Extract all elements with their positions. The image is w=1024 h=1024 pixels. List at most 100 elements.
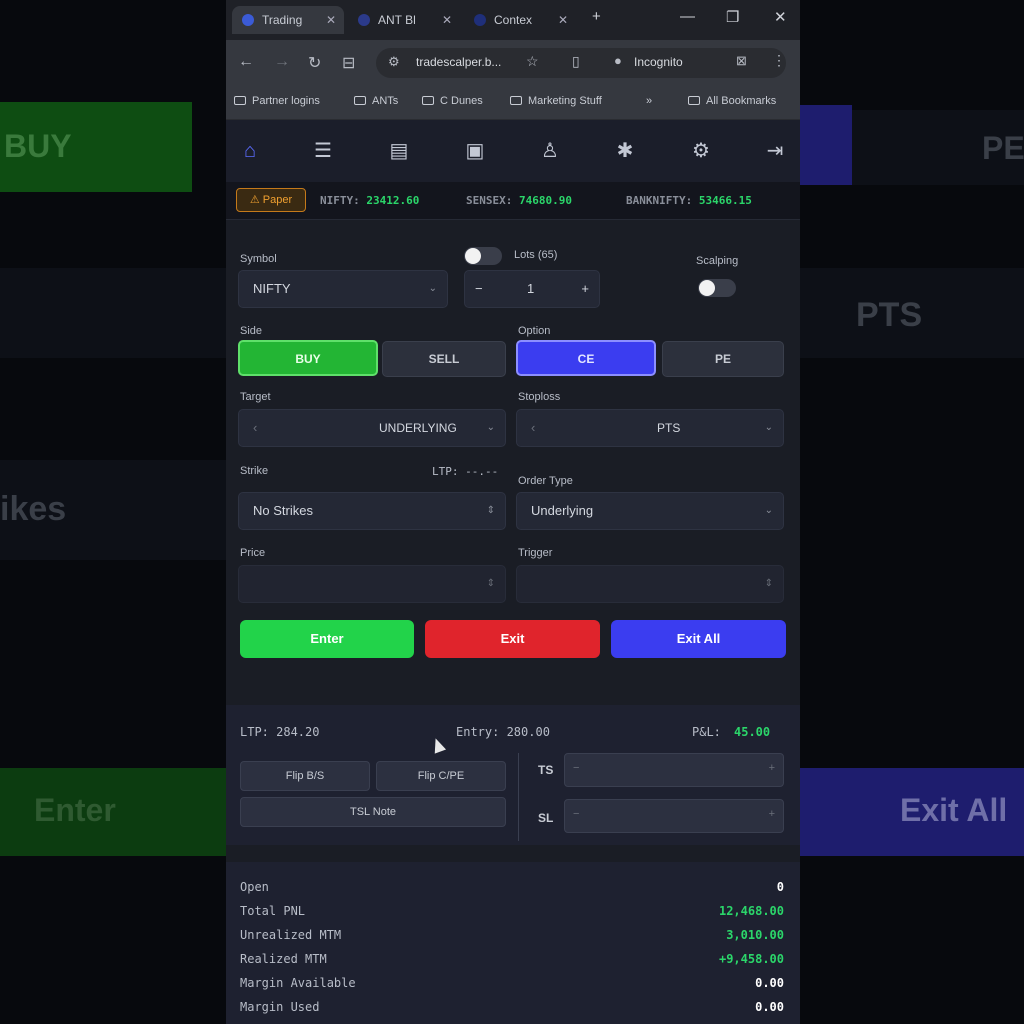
- browser-tab-ant[interactable]: ANT Bl ✕: [348, 6, 460, 34]
- target-spin-icon: ‹: [253, 420, 258, 435]
- order-type-label: Order Type: [518, 475, 573, 487]
- target-input[interactable]: ‹ UNDERLYING ⌄: [238, 409, 506, 447]
- browser-tab-contex[interactable]: Contex ✕: [464, 6, 576, 34]
- option-pe-button[interactable]: PE: [662, 341, 784, 377]
- url-bar[interactable]: ⚙ tradescalper.b... ☆ ▯ ● Incognito ⊠ ⋮: [376, 48, 786, 78]
- bookmark-star-icon[interactable]: ☆: [526, 53, 539, 70]
- ts-label: TS: [538, 763, 554, 777]
- address-toolbar: ← → ↻ ⊟ ⚙ tradescalper.b... ☆ ▯ ● Incogn…: [226, 40, 800, 86]
- strike-label: Strike: [240, 465, 269, 477]
- bookmark-all[interactable]: All Bookmarks: [688, 95, 776, 107]
- maximize-icon[interactable]: ❐: [726, 8, 739, 26]
- layers-icon[interactable]: ☰: [310, 138, 336, 164]
- flip-cpe-button[interactable]: Flip C/PE: [376, 761, 506, 791]
- exit-button[interactable]: Exit: [425, 620, 600, 658]
- site-info-icon[interactable]: ⊟: [342, 53, 355, 73]
- close-tab-icon[interactable]: ✕: [326, 13, 336, 27]
- symbol-select[interactable]: NIFTY ⌄: [238, 270, 448, 308]
- decrement-icon[interactable]: −: [573, 800, 579, 828]
- back-icon[interactable]: ←: [238, 53, 254, 71]
- ticker-value: 74680.90: [518, 194, 572, 207]
- tune-icon[interactable]: ⚙: [388, 54, 400, 70]
- phone-screen: Trading ✕ ANT Bl ✕ Contex ✕ + — ❐ ✕ ← → …: [226, 0, 800, 1024]
- summary-value: 0.00: [755, 1000, 784, 1014]
- new-tab-icon[interactable]: +: [592, 8, 601, 25]
- forward-icon[interactable]: →: [274, 53, 290, 71]
- bookmark-ants[interactable]: ANTs: [354, 95, 398, 107]
- position-entry: Entry: 280.00: [456, 725, 550, 739]
- increment-icon[interactable]: +: [769, 800, 775, 828]
- exit-all-button[interactable]: Exit All: [611, 620, 786, 658]
- browser-tab-trading[interactable]: Trading ✕: [232, 6, 344, 34]
- position-ltp: LTP: 284.20: [240, 725, 320, 739]
- trigger-input[interactable]: ⇕: [516, 565, 784, 603]
- tab-favicon-icon: [358, 14, 370, 26]
- increment-icon[interactable]: +: [769, 754, 775, 782]
- strike-select[interactable]: No Strikes ⇕: [238, 492, 506, 530]
- pnl-summary: Open 0 Total PNL 12,468.00 Unrealized MTM 3,0…: [226, 862, 800, 1024]
- tsl-note-button[interactable]: TSL Note: [240, 797, 506, 827]
- logout-icon[interactable]: ⇥: [762, 138, 788, 164]
- position-pnl-label: P&L:: [692, 725, 721, 739]
- chevron-down-icon: ⌄: [764, 422, 773, 433]
- divider: [518, 753, 519, 841]
- close-tab-icon[interactable]: ✕: [558, 13, 568, 27]
- chevron-down-icon: ⌄: [764, 505, 773, 516]
- lots-value: 1: [527, 281, 535, 296]
- profile-card-icon[interactable]: ▣: [462, 138, 488, 164]
- close-window-icon[interactable]: ✕: [774, 8, 787, 26]
- target-label: Target: [240, 391, 271, 403]
- ticker-item-sensex: SENSEX: 74680.90: [466, 194, 572, 207]
- user-icon[interactable]: ♙: [537, 138, 563, 164]
- settings-icon[interactable]: ⚙: [688, 138, 714, 164]
- lots-plus-button[interactable]: +: [581, 271, 589, 307]
- bookmark-label: Partner logins: [252, 95, 320, 107]
- ticker-name: SENSEX:: [466, 194, 513, 207]
- side-sell-button[interactable]: SELL: [382, 341, 506, 377]
- bg-strikes-text: ikes: [0, 490, 67, 528]
- ticker-value: 53466.15: [698, 194, 752, 207]
- split-view-icon[interactable]: ⊠: [736, 53, 747, 69]
- lots-toggle[interactable]: [464, 247, 502, 265]
- order-type-select[interactable]: Underlying ⌄: [516, 492, 784, 530]
- order-type-value: Underlying: [531, 503, 594, 518]
- enter-button[interactable]: Enter: [240, 620, 414, 658]
- bug-icon[interactable]: ✱: [612, 138, 638, 164]
- bg-enter-text: Enter: [34, 792, 116, 828]
- decrement-icon[interactable]: −: [573, 754, 579, 782]
- tab-label: ANT Bl: [378, 13, 416, 27]
- bg-pe-text: PE: [982, 130, 1024, 166]
- menu-kebab-icon[interactable]: ⋮: [772, 52, 786, 69]
- lots-minus-button[interactable]: −: [475, 271, 483, 307]
- side-buy-button[interactable]: BUY: [238, 340, 378, 376]
- option-ce-button[interactable]: CE: [516, 340, 656, 376]
- bookmark-c-dunes[interactable]: C Dunes: [422, 95, 483, 107]
- bookmark-label: Marketing Stuff: [528, 95, 602, 107]
- home-icon[interactable]: ⌂: [237, 138, 263, 164]
- flip-bs-button[interactable]: Flip B/S: [240, 761, 370, 791]
- sl-input[interactable]: − +: [564, 799, 784, 833]
- lots-stepper[interactable]: − 1 +: [464, 270, 600, 308]
- trigger-label: Trigger: [518, 547, 553, 559]
- extensions-icon[interactable]: ▯: [572, 53, 580, 70]
- close-tab-icon[interactable]: ✕: [442, 13, 452, 27]
- bg-panel-left: [0, 268, 226, 358]
- ticker-item-banknifty: BANKNIFTY: 53466.15: [626, 194, 752, 207]
- app-nav-bar: ⌂ ☰ ▤ ▣ ♙ ✱ ⚙ ⇥: [226, 120, 800, 182]
- stoploss-label: Stoploss: [518, 391, 561, 403]
- summary-row: Open 0: [240, 880, 784, 894]
- scalping-toggle[interactable]: [698, 279, 736, 297]
- paper-mode-badge: ⚠ Paper: [236, 188, 306, 212]
- price-input[interactable]: ⇕: [238, 565, 506, 603]
- bookmark-marketing[interactable]: Marketing Stuff: [510, 95, 602, 107]
- incognito-icon: ●: [614, 53, 622, 68]
- bookmarks-overflow-icon[interactable]: »: [646, 95, 652, 107]
- orders-icon[interactable]: ▤: [386, 138, 412, 164]
- stoploss-input[interactable]: ‹ PTS ⌄: [516, 409, 784, 447]
- bookmark-partner-logins[interactable]: Partner logins: [234, 95, 320, 107]
- spinner-icon: ⇕: [486, 578, 495, 589]
- minimize-icon[interactable]: —: [680, 8, 695, 25]
- ts-input[interactable]: − +: [564, 753, 784, 787]
- reload-icon[interactable]: ↻: [308, 53, 321, 73]
- market-ticker: ⚠ Paper NIFTY: 23412.60 SENSEX: 74680.90…: [226, 182, 800, 220]
